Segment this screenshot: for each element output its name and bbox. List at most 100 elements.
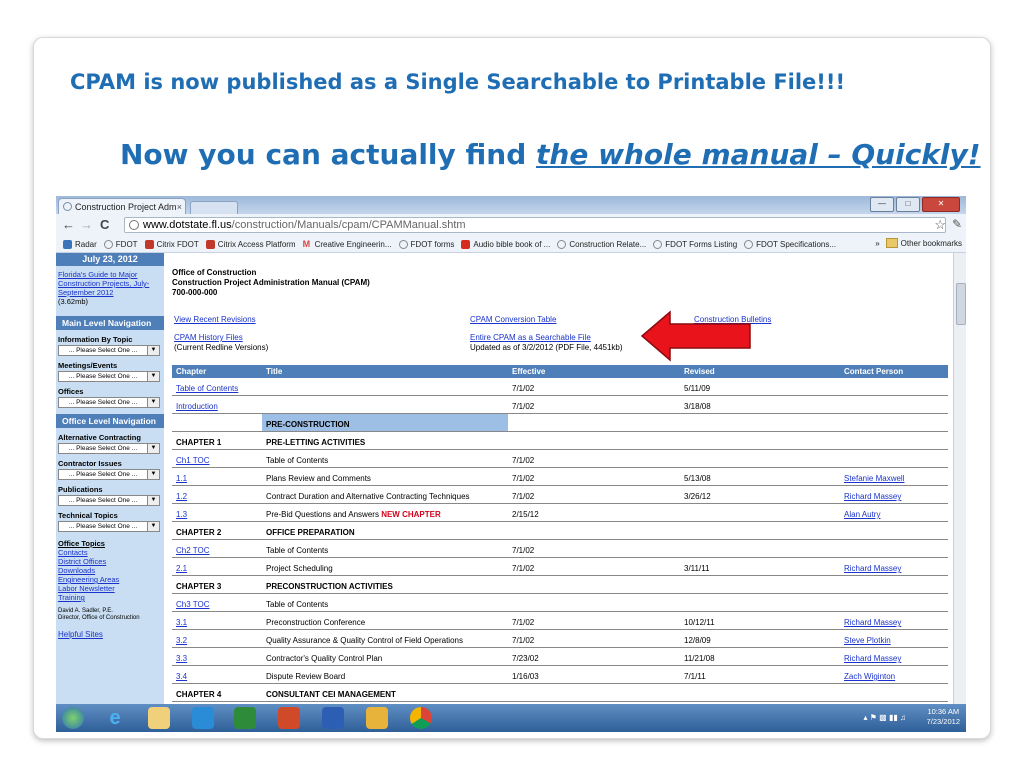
office-link-downloads[interactable]: Downloads [56,566,164,575]
effective-cell: 7/1/02 [508,629,680,648]
bookmark-star-icon[interactable]: ☆ [934,217,946,233]
chapter-link[interactable]: 3.3 [176,654,187,663]
system-tray-icons[interactable]: ▴ ⚑ ▩ ▮▮ ♫ [864,713,906,722]
technical-topics-select[interactable]: ... Please Select One ... ▼ [58,521,160,532]
other-bookmarks[interactable]: » Other bookmarks [875,238,962,248]
contact-link[interactable]: Richard Massey [844,654,901,663]
close-window-button[interactable]: ✕ [922,197,960,212]
office-link-district-offices[interactable]: District Offices [56,557,164,566]
tab-close-icon[interactable]: × [177,199,182,214]
recent-revisions-link[interactable]: View Recent Revisions [174,315,256,324]
bookmark-citrix-fdot[interactable]: Citrix FDOT [144,239,199,249]
revised-cell [680,431,840,450]
bookmark-fdot-specifications[interactable]: FDOT Specifications... [744,239,836,249]
manual-number: 700-000-000 [172,288,218,297]
bookmark-citrix-access[interactable]: Citrix Access Platform [205,239,296,249]
publications-select[interactable]: ... Please Select One ... ▼ [58,495,160,506]
alt-contracting-select[interactable]: ... Please Select One ... ▼ [58,443,160,454]
media-player-icon[interactable] [192,707,214,729]
chapter-link[interactable]: 1.3 [176,510,187,519]
title-cell: Table of Contents [262,449,508,468]
scrollbar-thumb[interactable] [956,283,966,325]
office-link-labor-newsletter[interactable]: Labor Newsletter [56,584,164,593]
contact-cell [840,431,948,450]
offices-select[interactable]: ... Please Select One ... ▼ [58,397,160,408]
history-files-link[interactable]: CPAM History Files [174,333,243,342]
cpam-table: Chapter Title Effective Revised Contact … [172,365,948,702]
guide-link[interactable]: Florida's Guide to Major Construction Pr… [56,270,164,297]
chapter-link[interactable]: 1.2 [176,492,187,501]
chapter-link[interactable]: Ch1 TOC [176,456,210,465]
office-link-training[interactable]: Training [56,593,164,602]
conversion-table-link[interactable]: CPAM Conversion Table [470,315,556,324]
meetings-select[interactable]: ... Please Select One ... ▼ [58,371,160,382]
wrench-icon[interactable]: ✎ [952,217,962,231]
title-cell: CONSULTANT CEI MANAGEMENT [262,683,508,702]
address-bar[interactable]: www.dotstate.fl.us/construction/Manuals/… [124,217,946,233]
contact-cell: Stefanie Maxwell [840,467,948,486]
chapter-cell: 1.3 [172,503,262,522]
chapter-link[interactable]: 3.1 [176,618,187,627]
bookmark-construction-related[interactable]: Construction Relate... [557,239,646,249]
chapter-link[interactable]: 2.1 [176,564,187,573]
chapter-link[interactable]: Table of Contents [176,384,238,393]
helpful-sites-link[interactable]: Helpful Sites [56,630,164,639]
ie-icon[interactable]: e [104,707,126,729]
chapter-cell: Table of Contents [172,378,262,396]
revised-cell: 10/12/11 [680,611,840,630]
powerpoint-icon[interactable] [278,707,300,729]
overflow-chevron-icon[interactable]: » [875,239,879,248]
explorer-icon[interactable] [148,707,170,729]
forward-icon[interactable]: → [80,217,93,233]
contact-link[interactable]: Richard Massey [844,492,901,501]
table-row: CHAPTER 3 PRECONSTRUCTION ACTIVITIES [172,575,948,594]
contact-link[interactable]: Richard Massey [844,564,901,573]
bookmark-creative-engineering[interactable]: M Creative Engineerin... [303,239,392,249]
maximize-button[interactable]: □ [896,197,920,212]
searchable-file-link[interactable]: Entire CPAM as a Searchable File [470,333,591,342]
bookmark-fdot-forms-listing[interactable]: FDOT Forms Listing [653,239,737,249]
outlook-icon[interactable] [366,707,388,729]
office-topics-heading[interactable]: Office Topics [56,539,164,548]
excel-icon[interactable] [234,707,256,729]
office-link-engineering-areas[interactable]: Engineering Areas [56,575,164,584]
table-row: 3.4 Dispute Review Board 1/16/03 7/1/11 Zach… [172,665,948,684]
chrome-icon[interactable] [410,707,432,729]
title-text: Quality Assurance & Quality Control of F… [266,636,463,645]
new-tab-button[interactable] [190,201,238,215]
table-row: PRE-CONSTRUCTION [172,413,948,432]
info-topic-select[interactable]: ... Please Select One ... ▼ [58,345,160,356]
bookmark-radar[interactable]: Radar [63,239,97,249]
bookmark-audio-bible[interactable]: Audio bible book of ... [461,239,550,249]
office-nav-heading: Office Level Navigation [56,414,164,428]
minimize-button[interactable]: — [870,197,894,212]
contact-link[interactable]: Alan Autry [844,510,880,519]
chapter-link[interactable]: 3.4 [176,672,187,681]
chapter-link[interactable]: 3.2 [176,636,187,645]
start-button[interactable] [62,707,84,729]
chapter-link[interactable]: 1.1 [176,474,187,483]
tab-construction-project[interactable]: Construction Project Adm × [58,198,186,214]
bookmark-fdot[interactable]: FDOT [103,239,138,249]
office-link-contacts[interactable]: Contacts [56,548,164,557]
contact-link[interactable]: Steve Plotkin [844,636,891,645]
title-text: Dispute Review Board [266,672,346,681]
chapter-link[interactable]: Ch2 TOC [176,546,210,555]
reload-icon[interactable]: C [100,217,109,233]
contact-link[interactable]: Stefanie Maxwell [844,474,904,483]
back-icon[interactable]: ← [62,217,75,233]
effective-cell: 7/1/02 [508,467,680,486]
chapter-link[interactable]: Introduction [176,402,218,411]
word-icon[interactable] [322,707,344,729]
effective-cell: 7/23/02 [508,647,680,666]
bookmark-fdot-forms[interactable]: FDOT forms [398,239,454,249]
contact-link[interactable]: Zach Wiginton [844,672,895,681]
chapter-cell: 3.2 [172,629,262,648]
clock[interactable]: 10:36 AM 7/23/2012 [927,707,960,727]
chapter-link[interactable]: Ch3 TOC [176,600,210,609]
chapter-cell: Ch3 TOC [172,593,262,612]
vertical-scrollbar[interactable] [953,253,966,710]
revised-cell [680,683,840,702]
contact-link[interactable]: Richard Massey [844,618,901,627]
contractor-issues-select[interactable]: ... Please Select One ... ▼ [58,469,160,480]
